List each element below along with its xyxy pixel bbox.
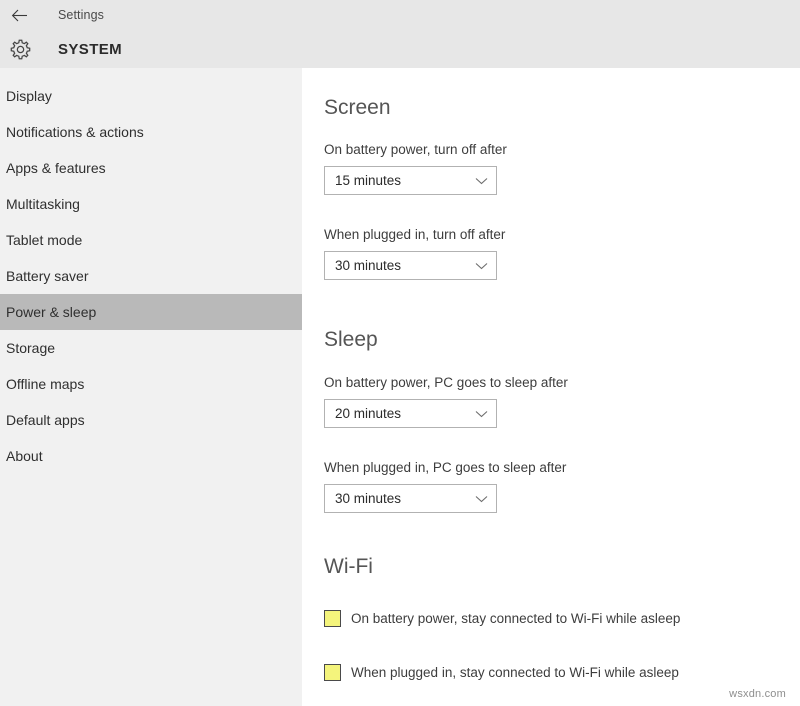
sleep-battery-dropdown-value: 20 minutes <box>335 406 401 421</box>
sidebar-item-storage[interactable]: Storage <box>0 330 302 366</box>
chevron-down-icon <box>475 177 488 185</box>
sidebar-item-label: Battery saver <box>6 268 88 284</box>
sleep-plugged-label: When plugged in, PC goes to sleep after <box>324 460 566 475</box>
sidebar-item-label: Power & sleep <box>6 304 96 320</box>
window-header: Settings SYSTEM <box>0 0 800 68</box>
sidebar-item-default-apps[interactable]: Default apps <box>0 402 302 438</box>
sidebar-item-notifications-actions[interactable]: Notifications & actions <box>0 114 302 150</box>
sidebar-item-display[interactable]: Display <box>0 78 302 114</box>
screen-battery-label: On battery power, turn off after <box>324 142 507 157</box>
chevron-down-icon <box>475 262 488 270</box>
sidebar-item-label: Multitasking <box>6 196 80 212</box>
sidebar-item-label: Offline maps <box>6 376 84 392</box>
screen-battery-dropdown[interactable]: 15 minutes <box>324 166 497 195</box>
sidebar-item-label: Tablet mode <box>6 232 82 248</box>
sidebar-item-label: Storage <box>6 340 55 356</box>
sidebar-item-multitasking[interactable]: Multitasking <box>0 186 302 222</box>
wifi-section-heading: Wi-Fi <box>324 555 373 579</box>
sidebar-nav: Display Notifications & actions Apps & f… <box>0 68 302 706</box>
wifi-battery-checkbox-row[interactable]: On battery power, stay connected to Wi-F… <box>324 610 680 627</box>
sleep-battery-label: On battery power, PC goes to sleep after <box>324 375 568 390</box>
gear-icon[interactable] <box>2 34 38 64</box>
screen-plugged-dropdown[interactable]: 30 minutes <box>324 251 497 280</box>
settings-content-pane: Screen On battery power, turn off after … <box>302 68 800 706</box>
back-button[interactable] <box>2 1 36 29</box>
sleep-section-heading: Sleep <box>324 328 378 352</box>
sidebar-item-tablet-mode[interactable]: Tablet mode <box>0 222 302 258</box>
sidebar-item-label: Apps & features <box>6 160 106 176</box>
sidebar-item-offline-maps[interactable]: Offline maps <box>0 366 302 402</box>
screen-battery-dropdown-value: 15 minutes <box>335 173 401 188</box>
sidebar-item-label: Display <box>6 88 52 104</box>
title-bar: Settings <box>0 0 800 30</box>
back-arrow-icon <box>11 9 28 22</box>
wifi-plugged-checkbox-label: When plugged in, stay connected to Wi-Fi… <box>351 665 679 680</box>
wifi-battery-checkbox-label: On battery power, stay connected to Wi-F… <box>351 611 680 626</box>
sidebar-top-spacer <box>0 68 302 78</box>
wifi-battery-checkbox[interactable] <box>324 610 341 627</box>
screen-plugged-label: When plugged in, turn off after <box>324 227 505 242</box>
watermark: wsxdn.com <box>729 688 786 700</box>
sleep-plugged-dropdown-value: 30 minutes <box>335 491 401 506</box>
sidebar-item-label: Default apps <box>6 412 85 428</box>
page-title-row: SYSTEM <box>0 30 800 68</box>
screen-plugged-dropdown-value: 30 minutes <box>335 258 401 273</box>
sidebar-item-label: About <box>6 448 43 464</box>
sidebar-item-label: Notifications & actions <box>6 124 144 140</box>
page-title: SYSTEM <box>58 41 122 58</box>
sleep-battery-dropdown[interactable]: 20 minutes <box>324 399 497 428</box>
sleep-plugged-dropdown[interactable]: 30 minutes <box>324 484 497 513</box>
sidebar-item-power-sleep[interactable]: Power & sleep <box>0 294 302 330</box>
wifi-plugged-checkbox-row[interactable]: When plugged in, stay connected to Wi-Fi… <box>324 664 679 681</box>
wifi-plugged-checkbox[interactable] <box>324 664 341 681</box>
sidebar-item-about[interactable]: About <box>0 438 302 474</box>
chevron-down-icon <box>475 495 488 503</box>
app-name-label: Settings <box>58 8 104 22</box>
screen-section-heading: Screen <box>324 96 391 120</box>
sidebar-item-battery-saver[interactable]: Battery saver <box>0 258 302 294</box>
sidebar-item-apps-features[interactable]: Apps & features <box>0 150 302 186</box>
chevron-down-icon <box>475 410 488 418</box>
